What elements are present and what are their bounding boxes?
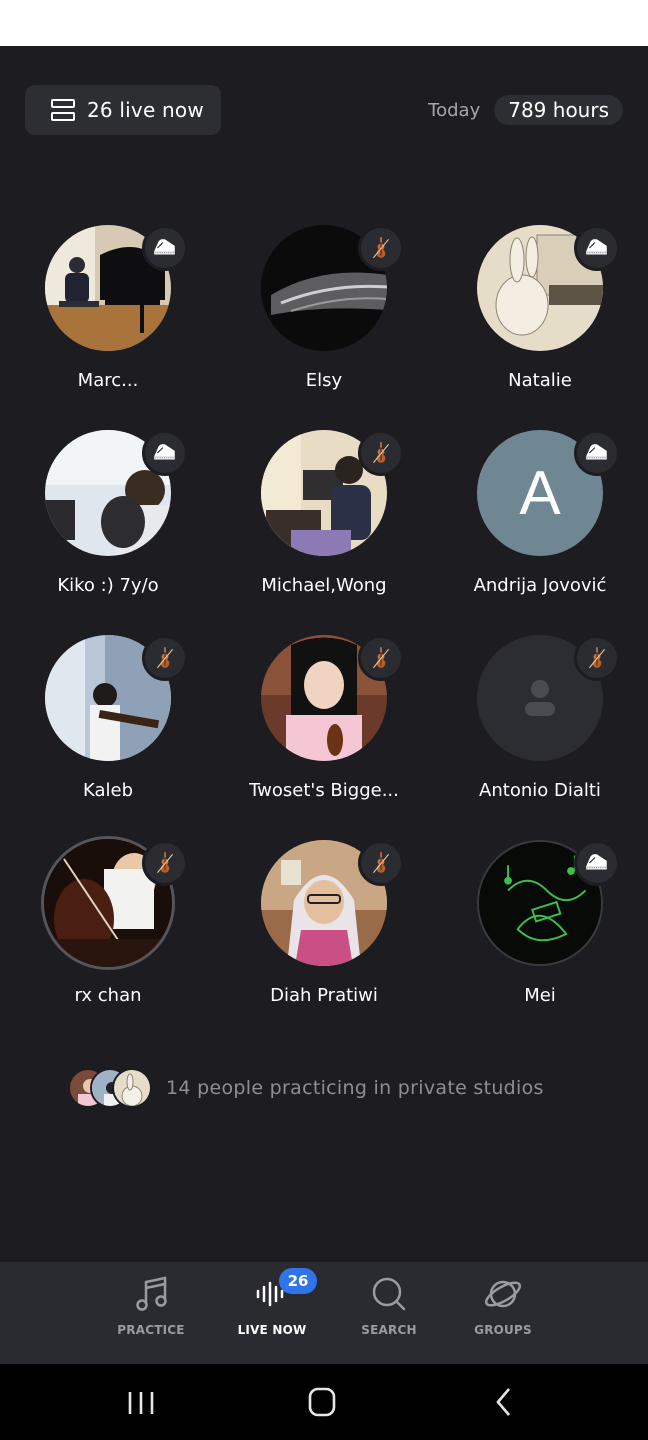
today-stats: Today 789 hours <box>428 95 623 125</box>
user-card[interactable]: Antonio Dialti <box>432 630 648 810</box>
live-now-toggle-button[interactable]: 26 live now <box>25 85 221 135</box>
hours-badge[interactable]: 789 hours <box>494 95 623 125</box>
violin-icon <box>574 635 620 681</box>
user-card[interactable]: Natalie <box>432 220 648 400</box>
user-card[interactable]: Kaleb <box>0 630 216 810</box>
private-studios-row[interactable]: 14 people practicing in private studios <box>68 1068 544 1108</box>
status-bar-area <box>0 0 648 46</box>
user-name: Diah Pratiwi <box>270 985 378 1006</box>
user-card[interactable]: Diah Pratiwi <box>216 835 432 1015</box>
violin-icon <box>358 430 404 476</box>
live-count-badge: 26 <box>279 1268 317 1294</box>
user-card[interactable]: rx chan <box>0 835 216 1015</box>
today-label: Today <box>428 99 481 121</box>
tab-label: LIVE NOW <box>237 1323 307 1337</box>
private-avatars <box>68 1068 154 1108</box>
avatar-initial-letter: A <box>519 458 561 528</box>
planet-icon <box>484 1280 522 1308</box>
violin-icon <box>358 840 404 886</box>
piano-icon <box>142 430 188 476</box>
user-card[interactable]: Michael,Wong <box>216 425 432 605</box>
piano-icon <box>142 225 188 271</box>
avatar <box>112 1068 152 1108</box>
user-name: Andrija Jovović <box>473 575 607 596</box>
tab-label: GROUPS <box>474 1323 532 1337</box>
user-card[interactable]: Twoset's Bigge... <box>216 630 432 810</box>
home-icon[interactable] <box>298 1380 346 1424</box>
tab-label: SEARCH <box>361 1323 417 1337</box>
user-name: Michael,Wong <box>261 575 387 596</box>
tab-groups[interactable]: GROUPS <box>443 1262 563 1364</box>
violin-icon <box>142 635 188 681</box>
tab-practice[interactable]: PRACTICE <box>91 1262 211 1364</box>
piano-icon <box>574 225 620 271</box>
user-name: Twoset's Bigge... <box>249 780 399 801</box>
violin-icon <box>358 635 404 681</box>
recent-apps-icon[interactable] <box>117 1380 165 1424</box>
violin-icon <box>358 225 404 271</box>
violin-icon <box>142 840 188 886</box>
user-name: Natalie <box>508 370 572 391</box>
piano-icon <box>574 430 620 476</box>
back-icon[interactable] <box>480 1380 528 1424</box>
tab-label: PRACTICE <box>117 1323 185 1337</box>
live-count-label: 26 live now <box>87 98 204 122</box>
bottom-tab-bar: PRACTICE LIVE NOW SEARCH GROUPS <box>0 1262 648 1364</box>
user-name: Mei <box>524 985 556 1006</box>
user-name: Kaleb <box>82 780 134 801</box>
list-stack-icon <box>51 99 75 121</box>
tab-search[interactable]: SEARCH <box>329 1262 449 1364</box>
private-studios-text: 14 people practicing in private studios <box>166 1077 544 1099</box>
search-icon <box>372 1277 406 1311</box>
user-card[interactable]: Mei <box>432 835 648 1015</box>
user-card[interactable]: Marc... <box>0 220 216 400</box>
user-card[interactable]: Elsy <box>216 220 432 400</box>
system-nav-bar <box>0 1364 648 1440</box>
music-note-icon <box>136 1276 167 1311</box>
user-name: Marc... <box>77 370 139 391</box>
piano-icon <box>574 840 620 886</box>
user-name: Elsy <box>305 370 343 391</box>
user-name: Kiko :) 7y/o <box>57 575 159 596</box>
user-name: Antonio Dialti <box>479 780 601 801</box>
user-card[interactable]: Kiko :) 7y/o <box>0 425 216 605</box>
user-card[interactable]: A Andrija Jovović <box>432 425 648 605</box>
user-name: rx chan <box>74 985 142 1006</box>
